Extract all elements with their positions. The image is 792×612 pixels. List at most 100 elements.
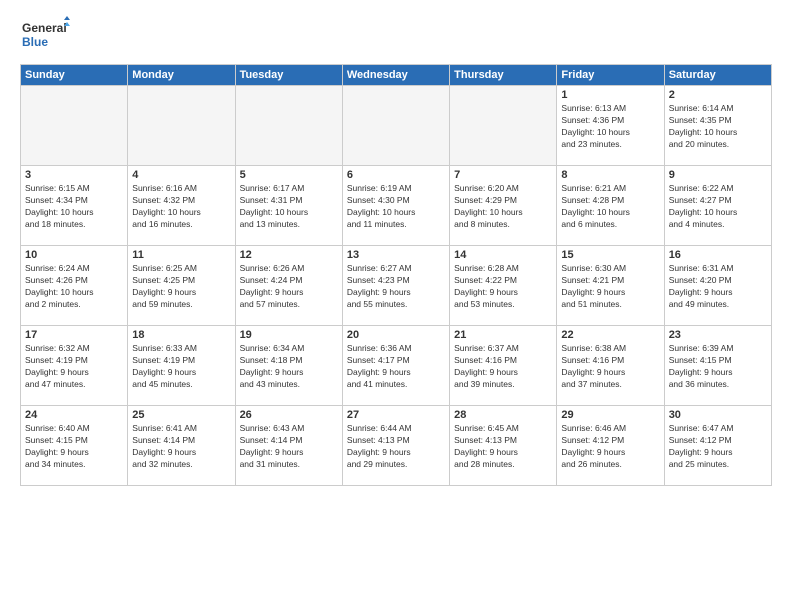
day-number: 30 <box>669 409 767 421</box>
calendar-cell: 21 Sunrise: 6:37 AM Sunset: 4:16 PM Dayli… <box>450 326 557 406</box>
calendar-week-4: 24 Sunrise: 6:40 AM Sunset: 4:15 PM Dayli… <box>21 406 772 486</box>
calendar-header-saturday: Saturday <box>664 65 771 86</box>
day-number: 7 <box>454 169 552 181</box>
calendar-cell: 16 Sunrise: 6:31 AM Sunset: 4:20 PM Dayli… <box>664 246 771 326</box>
calendar-week-3: 17 Sunrise: 6:32 AM Sunset: 4:19 PM Dayli… <box>21 326 772 406</box>
day-number: 9 <box>669 169 767 181</box>
logo: General Blue <box>20 16 70 56</box>
day-number: 19 <box>240 329 338 341</box>
calendar-cell: 13 Sunrise: 6:27 AM Sunset: 4:23 PM Dayli… <box>342 246 449 326</box>
day-info: Sunrise: 6:19 AM Sunset: 4:30 PM Dayligh… <box>347 183 445 231</box>
calendar-cell <box>450 86 557 166</box>
calendar-cell: 29Sunrise: 6:46 AM Sunset: 4:12 PM Dayli… <box>557 406 664 486</box>
calendar-cell: 25Sunrise: 6:41 AM Sunset: 4:14 PM Dayli… <box>128 406 235 486</box>
day-info: Sunrise: 6:15 AM Sunset: 4:34 PM Dayligh… <box>25 183 123 231</box>
day-number: 20 <box>347 329 445 341</box>
day-info: Sunrise: 6:22 AM Sunset: 4:27 PM Dayligh… <box>669 183 767 231</box>
day-info: Sunrise: 6:46 AM Sunset: 4:12 PM Dayligh… <box>561 423 659 471</box>
calendar-cell: 9 Sunrise: 6:22 AM Sunset: 4:27 PM Daylig… <box>664 166 771 246</box>
day-number: 13 <box>347 249 445 261</box>
day-info: Sunrise: 6:45 AM Sunset: 4:13 PM Dayligh… <box>454 423 552 471</box>
calendar-cell: 6 Sunrise: 6:19 AM Sunset: 4:30 PM Daylig… <box>342 166 449 246</box>
calendar-week-1: 3 Sunrise: 6:15 AM Sunset: 4:34 PM Daylig… <box>21 166 772 246</box>
day-number: 15 <box>561 249 659 261</box>
day-number: 12 <box>240 249 338 261</box>
day-info: Sunrise: 6:25 AM Sunset: 4:25 PM Dayligh… <box>132 263 230 311</box>
calendar-cell: 20Sunrise: 6:36 AM Sunset: 4:17 PM Dayli… <box>342 326 449 406</box>
day-number: 8 <box>561 169 659 181</box>
calendar-cell: 2 Sunrise: 6:14 AM Sunset: 4:35 PM Daylig… <box>664 86 771 166</box>
calendar-cell: 3 Sunrise: 6:15 AM Sunset: 4:34 PM Daylig… <box>21 166 128 246</box>
day-info: Sunrise: 6:34 AM Sunset: 4:18 PM Dayligh… <box>240 343 338 391</box>
day-number: 22 <box>561 329 659 341</box>
day-info: Sunrise: 6:44 AM Sunset: 4:13 PM Dayligh… <box>347 423 445 471</box>
calendar-cell: 22 Sunrise: 6:38 AM Sunset: 4:16 PM Dayli… <box>557 326 664 406</box>
day-info: Sunrise: 6:30 AM Sunset: 4:21 PM Dayligh… <box>561 263 659 311</box>
calendar-cell: 5 Sunrise: 6:17 AM Sunset: 4:31 PM Daylig… <box>235 166 342 246</box>
calendar-week-2: 10 Sunrise: 6:24 AM Sunset: 4:26 PM Dayli… <box>21 246 772 326</box>
day-info: Sunrise: 6:31 AM Sunset: 4:20 PM Dayligh… <box>669 263 767 311</box>
day-number: 2 <box>669 89 767 101</box>
day-info: Sunrise: 6:17 AM Sunset: 4:31 PM Dayligh… <box>240 183 338 231</box>
calendar-cell: 10 Sunrise: 6:24 AM Sunset: 4:26 PM Dayli… <box>21 246 128 326</box>
calendar-cell: 23 Sunrise: 6:39 AM Sunset: 4:15 PM Dayli… <box>664 326 771 406</box>
day-number: 21 <box>454 329 552 341</box>
calendar-cell: 18Sunrise: 6:33 AM Sunset: 4:19 PM Dayli… <box>128 326 235 406</box>
calendar-header-friday: Friday <box>557 65 664 86</box>
day-info: Sunrise: 6:39 AM Sunset: 4:15 PM Dayligh… <box>669 343 767 391</box>
day-info: Sunrise: 6:14 AM Sunset: 4:35 PM Dayligh… <box>669 103 767 151</box>
calendar-cell: 7 Sunrise: 6:20 AM Sunset: 4:29 PM Daylig… <box>450 166 557 246</box>
logo-svg: General Blue <box>20 16 70 56</box>
calendar-cell: 11 Sunrise: 6:25 AM Sunset: 4:25 PM Dayli… <box>128 246 235 326</box>
calendar-cell: 28Sunrise: 6:45 AM Sunset: 4:13 PM Dayli… <box>450 406 557 486</box>
day-info: Sunrise: 6:37 AM Sunset: 4:16 PM Dayligh… <box>454 343 552 391</box>
day-info: Sunrise: 6:40 AM Sunset: 4:15 PM Dayligh… <box>25 423 123 471</box>
calendar-cell: 14Sunrise: 6:28 AM Sunset: 4:22 PM Dayli… <box>450 246 557 326</box>
day-number: 24 <box>25 409 123 421</box>
day-number: 16 <box>669 249 767 261</box>
day-number: 18 <box>132 329 230 341</box>
day-info: Sunrise: 6:47 AM Sunset: 4:12 PM Dayligh… <box>669 423 767 471</box>
day-info: Sunrise: 6:20 AM Sunset: 4:29 PM Dayligh… <box>454 183 552 231</box>
calendar-cell <box>21 86 128 166</box>
calendar-cell: 12 Sunrise: 6:26 AM Sunset: 4:24 PM Dayli… <box>235 246 342 326</box>
calendar-header-thursday: Thursday <box>450 65 557 86</box>
calendar-week-0: 1 Sunrise: 6:13 AM Sunset: 4:36 PM Daylig… <box>21 86 772 166</box>
day-number: 10 <box>25 249 123 261</box>
calendar-header-monday: Monday <box>128 65 235 86</box>
day-info: Sunrise: 6:38 AM Sunset: 4:16 PM Dayligh… <box>561 343 659 391</box>
day-number: 23 <box>669 329 767 341</box>
calendar-cell <box>342 86 449 166</box>
day-info: Sunrise: 6:21 AM Sunset: 4:28 PM Dayligh… <box>561 183 659 231</box>
calendar-cell: 30 Sunrise: 6:47 AM Sunset: 4:12 PM Dayli… <box>664 406 771 486</box>
day-number: 6 <box>347 169 445 181</box>
calendar-cell: 4Sunrise: 6:16 AM Sunset: 4:32 PM Daylig… <box>128 166 235 246</box>
day-number: 26 <box>240 409 338 421</box>
svg-text:Blue: Blue <box>22 35 48 49</box>
svg-text:General: General <box>22 21 67 35</box>
day-number: 1 <box>561 89 659 101</box>
calendar-cell: 27 Sunrise: 6:44 AM Sunset: 4:13 PM Dayli… <box>342 406 449 486</box>
day-number: 5 <box>240 169 338 181</box>
day-info: Sunrise: 6:13 AM Sunset: 4:36 PM Dayligh… <box>561 103 659 151</box>
day-info: Sunrise: 6:27 AM Sunset: 4:23 PM Dayligh… <box>347 263 445 311</box>
calendar-header-tuesday: Tuesday <box>235 65 342 86</box>
calendar-header-row: SundayMondayTuesdayWednesdayThursdayFrid… <box>21 65 772 86</box>
day-number: 17 <box>25 329 123 341</box>
calendar-cell: 1 Sunrise: 6:13 AM Sunset: 4:36 PM Daylig… <box>557 86 664 166</box>
day-number: 11 <box>132 249 230 261</box>
day-info: Sunrise: 6:26 AM Sunset: 4:24 PM Dayligh… <box>240 263 338 311</box>
day-info: Sunrise: 6:32 AM Sunset: 4:19 PM Dayligh… <box>25 343 123 391</box>
day-number: 4 <box>132 169 230 181</box>
calendar-cell: 24 Sunrise: 6:40 AM Sunset: 4:15 PM Dayli… <box>21 406 128 486</box>
day-info: Sunrise: 6:24 AM Sunset: 4:26 PM Dayligh… <box>25 263 123 311</box>
day-number: 25 <box>132 409 230 421</box>
calendar-cell <box>128 86 235 166</box>
header: General Blue <box>20 16 772 56</box>
day-number: 27 <box>347 409 445 421</box>
day-number: 3 <box>25 169 123 181</box>
calendar-cell: 8 Sunrise: 6:21 AM Sunset: 4:28 PM Daylig… <box>557 166 664 246</box>
calendar-header-sunday: Sunday <box>21 65 128 86</box>
calendar-header-wednesday: Wednesday <box>342 65 449 86</box>
calendar-cell: 17 Sunrise: 6:32 AM Sunset: 4:19 PM Dayli… <box>21 326 128 406</box>
